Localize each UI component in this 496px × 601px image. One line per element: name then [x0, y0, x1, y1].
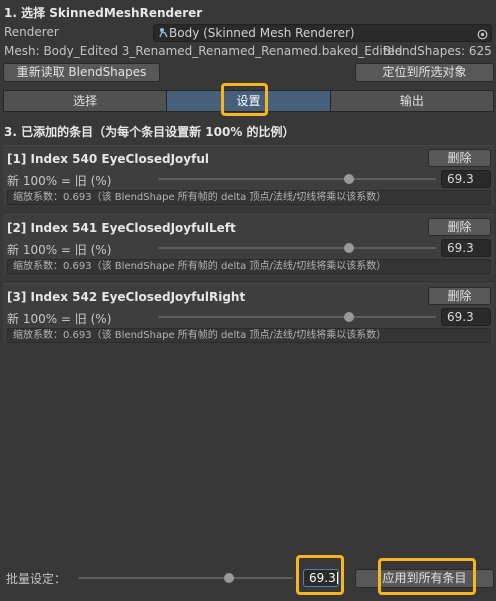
delete-button[interactable]: 删除: [428, 218, 491, 236]
scale-note: 缩放系数：0.693（该 BlendShape 所有帧的 delta 顶点/法线…: [7, 190, 491, 205]
section1-title: 1. 选择 SkinnedMeshRenderer: [4, 6, 203, 20]
renderer-object-field[interactable]: Body (Skinned Mesh Renderer): [153, 24, 492, 42]
ratio-label: 新 100% = 旧 (%): [7, 312, 112, 326]
skinned-mesh-icon: [158, 26, 169, 38]
entry-title: [2] Index 541 EyeClosedJoyfulLeft: [7, 221, 236, 235]
tab-output[interactable]: 输出: [330, 90, 494, 112]
locate-object-button[interactable]: 定位到所选对象: [355, 63, 494, 82]
slider-thumb[interactable]: [344, 174, 354, 184]
renderer-label: Renderer: [4, 25, 59, 39]
entry-title: [1] Index 540 EyeClosedJoyful: [7, 152, 209, 166]
renderer-value: Body (Skinned Mesh Renderer): [169, 26, 355, 40]
ratio-label: 新 100% = 旧 (%): [7, 174, 112, 188]
slider-track: [158, 247, 436, 249]
batch-value-field[interactable]: 69.3: [303, 569, 339, 587]
ratio-label: 新 100% = 旧 (%): [7, 243, 112, 257]
batch-value: 69.3: [309, 571, 336, 585]
batch-label: 批量设定：: [6, 572, 67, 586]
ratio-value-field[interactable]: 69.3: [441, 239, 491, 257]
tab-settings[interactable]: 设置: [167, 90, 331, 112]
delete-button[interactable]: 删除: [428, 287, 491, 305]
entry-card: [1] Index 540 EyeClosedJoyful 删除 新 100% …: [3, 145, 494, 205]
mesh-info: Mesh: Body_Edited 3_Renamed_Renamed_Rena…: [4, 44, 403, 58]
tab-bar: 选择 设置 输出: [3, 90, 494, 112]
entry-card: [3] Index 542 EyeClosedJoyfulRight 删除 新 …: [3, 283, 494, 343]
text-caret: [336, 572, 338, 584]
tab-select[interactable]: 选择: [3, 90, 168, 112]
ratio-value-field[interactable]: 69.3: [441, 170, 491, 188]
entry-title: [3] Index 542 EyeClosedJoyfulRight: [7, 290, 246, 304]
scale-note: 缩放系数：0.693（该 BlendShape 所有帧的 delta 顶点/法线…: [7, 328, 491, 343]
batch-slider-thumb[interactable]: [224, 573, 234, 583]
batch-slider-track: [78, 577, 293, 579]
blendshapes-count: BlendShapes: 625: [383, 44, 492, 58]
object-picker-icon[interactable]: [477, 28, 488, 40]
section3-title: 3. 已添加的条目（为每个条目设置新 100% 的比例）: [4, 125, 295, 139]
ratio-value-field[interactable]: 69.3: [441, 308, 491, 326]
scale-note: 缩放系数：0.693（该 BlendShape 所有帧的 delta 顶点/法线…: [7, 259, 491, 274]
apply-all-button[interactable]: 应用到所有条目: [355, 569, 494, 588]
slider-thumb[interactable]: [344, 312, 354, 322]
delete-button[interactable]: 删除: [428, 149, 491, 167]
slider-track: [158, 316, 436, 318]
reload-blendshapes-button[interactable]: 重新读取 BlendShapes: [3, 63, 160, 82]
slider-track: [158, 178, 436, 180]
entry-card: [2] Index 541 EyeClosedJoyfulLeft 删除 新 1…: [3, 214, 494, 274]
slider-thumb[interactable]: [344, 243, 354, 253]
